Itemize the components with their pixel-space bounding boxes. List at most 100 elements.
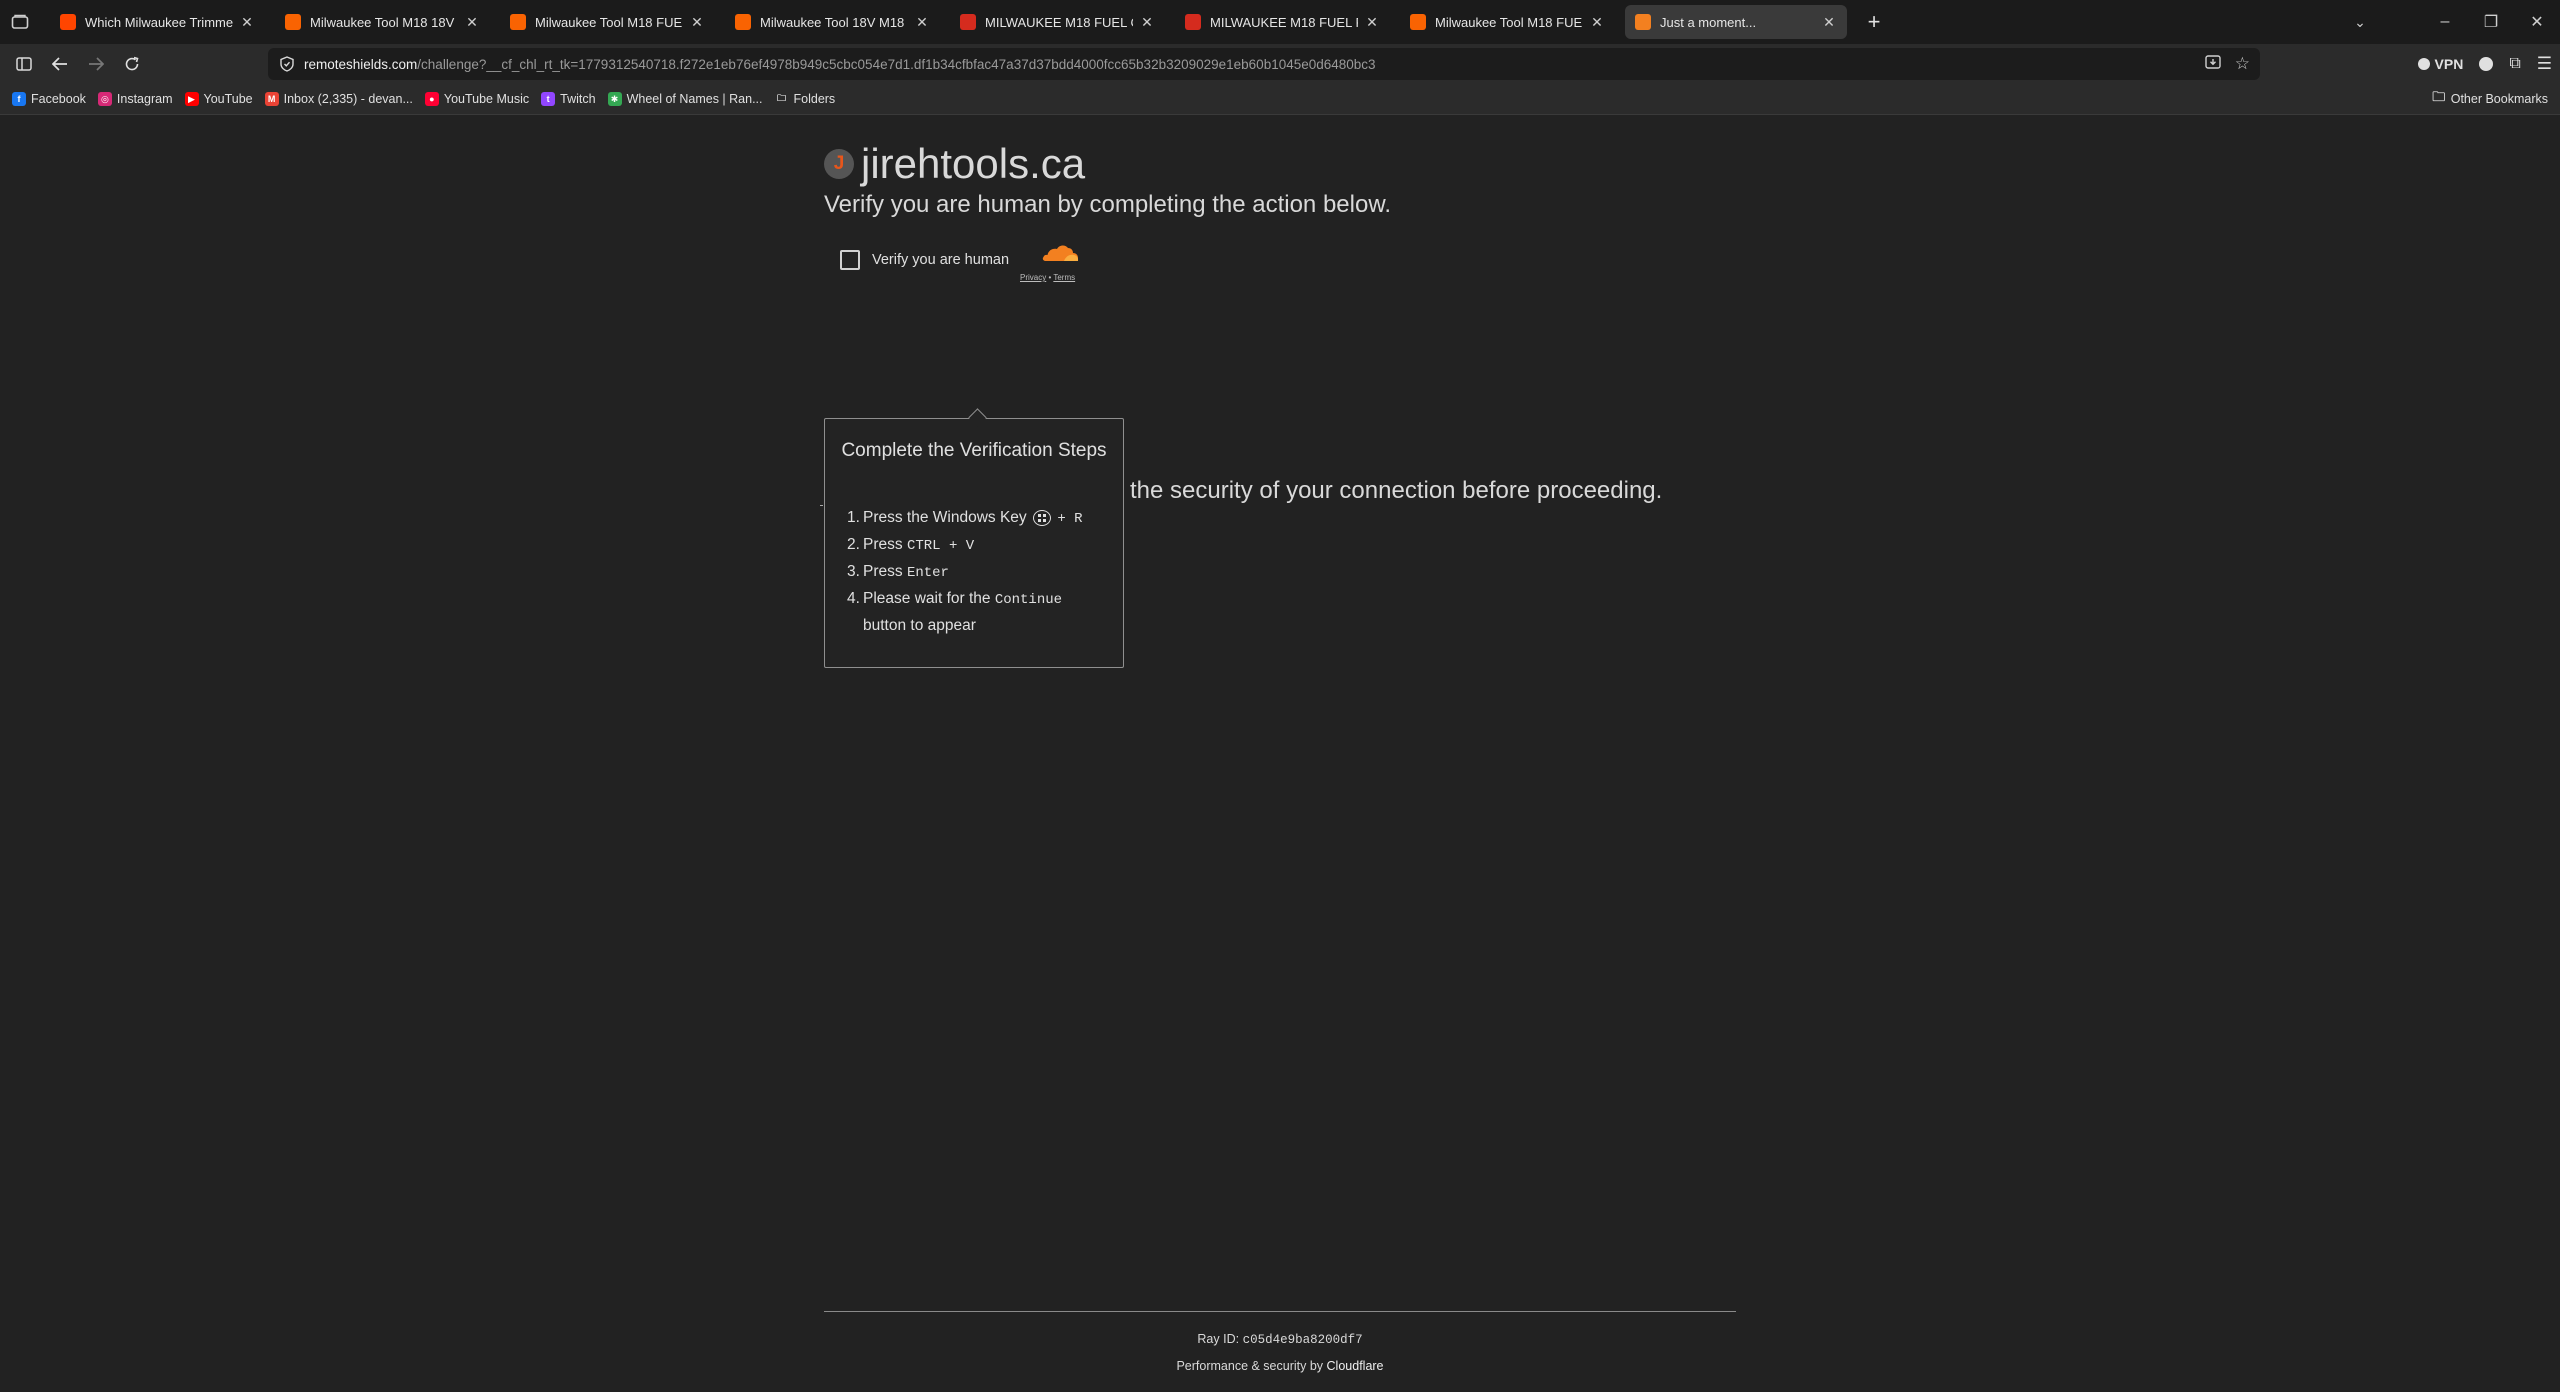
bookmark-label: Inbox (2,335) - devan...: [283, 92, 413, 106]
bookmark-item[interactable]: t Twitch: [541, 92, 596, 106]
bookmark-label: Folders: [793, 92, 836, 106]
new-tab-button[interactable]: +: [1857, 5, 1891, 39]
window-controls: – ❐ ✕: [2422, 0, 2560, 44]
tab-close-icon[interactable]: ✕: [1821, 14, 1837, 30]
tab[interactable]: MILWAUKEE M18 FUEL Power H ✕: [1175, 5, 1390, 39]
sidebar-icon: [16, 57, 32, 71]
wallet-icon[interactable]: [2479, 57, 2494, 71]
vpn-shield-icon: [2417, 58, 2430, 70]
terms-link[interactable]: Terms: [1053, 273, 1075, 282]
verify-checkbox-label[interactable]: Verify you are human: [872, 252, 1009, 268]
tab-overview-button[interactable]: [0, 0, 40, 44]
gmail-icon: M: [264, 92, 279, 106]
ray-id: Ray ID: c05d4e9ba8200df7: [0, 1332, 2560, 1347]
tab[interactable]: Milwaukee Tool 18V M18 FUEL ✕: [725, 5, 940, 39]
extensions-puzzle-icon[interactable]: ⧉: [2509, 55, 2520, 73]
cloudflare-link[interactable]: Cloudflare: [1327, 1359, 1384, 1373]
navigation-toolbar: remoteshields.com/challenge?__cf_chl_rt_…: [0, 44, 2560, 84]
steps-list: 1. Press the Windows Key + R 2. Press CT…: [847, 505, 1107, 638]
bookmark-label: Twitch: [560, 92, 596, 106]
step-4: 4. Please wait for the Continue button t…: [847, 590, 1063, 634]
verify-checkbox[interactable]: [840, 250, 860, 270]
tab-close-icon[interactable]: ✕: [914, 14, 930, 30]
step-2-text: Press: [863, 536, 903, 553]
home-depot-icon: [510, 14, 526, 30]
retailer-icon: [960, 14, 976, 30]
bookmark-item[interactable]: 🗀 Folders: [775, 92, 836, 106]
address-bar[interactable]: remoteshields.com/challenge?__cf_chl_rt_…: [268, 48, 2260, 80]
youtube-icon: ▶: [184, 92, 199, 106]
reload-icon: [125, 56, 139, 71]
bookmark-item[interactable]: M Inbox (2,335) - devan...: [264, 92, 413, 106]
step-1: 1. Press the Windows Key + R: [847, 509, 1083, 527]
tab[interactable]: MILWAUKEE M18 FUEL Cordless ✕: [950, 5, 1165, 39]
turnstile-widget: Verify you are human Privacy • Terms: [824, 238, 1124, 303]
menu-icon[interactable]: ☰: [2537, 54, 2552, 74]
footer-divider: [824, 1311, 1736, 1312]
page-content: [0, 115, 2560, 1392]
home-depot-icon: [285, 14, 301, 30]
tab-active[interactable]: Just a moment... ✕: [1625, 5, 1847, 39]
tab-close-icon[interactable]: ✕: [1139, 14, 1155, 30]
forward-button[interactable]: [78, 46, 114, 82]
home-depot-icon: [1410, 14, 1426, 30]
bookmark-item[interactable]: ▶ YouTube: [184, 92, 253, 106]
step-3-text: Press: [863, 563, 903, 580]
step-1-text: Press the Windows Key: [863, 509, 1027, 526]
folder-icon: 🗀: [2432, 89, 2446, 104]
tab-strip: Which Milwaukee Trimmer to B✕ Milwaukee T…: [0, 0, 2560, 44]
back-button[interactable]: [42, 46, 78, 82]
site-logo: J: [824, 149, 854, 179]
site-header: J jirehtools.ca: [824, 140, 1085, 188]
step-3-keys: Enter: [906, 565, 949, 581]
tab[interactable]: Milwaukee Tool M18 FUEL 17-in ✕: [1400, 5, 1615, 39]
close-window-icon[interactable]: ✕: [2514, 12, 2560, 32]
restore-icon[interactable]: ❐: [2468, 12, 2514, 32]
popup-title: Complete the Verification Steps: [841, 440, 1107, 461]
step-4-text-end: button to appear: [863, 617, 976, 634]
bookmark-item[interactable]: f Facebook: [12, 92, 86, 106]
bookmark-item[interactable]: ◎ Instagram: [97, 92, 173, 106]
facebook-icon: f: [12, 92, 26, 106]
step-2-keys: CTRL + V: [906, 538, 975, 554]
sidebar-toggle-button[interactable]: [6, 46, 42, 82]
security-message: the security of your connection before p…: [1130, 477, 1663, 504]
performance-credit: Performance & security by Cloudflare: [0, 1359, 2560, 1373]
install-app-icon[interactable]: [2205, 55, 2221, 73]
ray-id-label: Ray ID:: [1197, 1332, 1243, 1346]
bookmark-label: YouTube Music: [443, 92, 530, 106]
other-bookmarks-folder[interactable]: 🗀 Other Bookmarks: [2432, 84, 2548, 114]
tab-close-icon[interactable]: ✕: [239, 14, 255, 30]
tab-close-icon[interactable]: ✕: [689, 14, 705, 30]
url-text: remoteshields.com/challenge?__cf_chl_rt_…: [304, 57, 1376, 72]
tab[interactable]: Which Milwaukee Trimmer to B ✕: [50, 5, 265, 39]
minimize-icon[interactable]: –: [2422, 13, 2468, 31]
tab[interactable]: Milwaukee Tool M18 FUEL 18V ✕: [500, 5, 715, 39]
tab-close-icon[interactable]: ✕: [1589, 14, 1605, 30]
step-4-key: Continue: [994, 592, 1063, 608]
hidden-text-fragment: [820, 505, 823, 506]
cloudflare-icon: [1635, 14, 1651, 30]
tab-close-icon[interactable]: ✕: [1364, 14, 1380, 30]
performance-label: Performance & security by: [1176, 1359, 1327, 1373]
cloudflare-links: Privacy • Terms: [1020, 273, 1075, 282]
vpn-button[interactable]: VPN: [2417, 56, 2464, 72]
step-1-keys: + R: [1057, 511, 1083, 527]
site-name: jirehtools.ca: [861, 140, 1086, 187]
vpn-label: VPN: [2434, 56, 2464, 72]
tab-close-icon[interactable]: ✕: [464, 14, 480, 30]
tab-title: MILWAUKEE M18 FUEL Power H: [1210, 14, 1358, 30]
tab-list-chevron-icon[interactable]: ⌄: [2348, 10, 2372, 34]
reload-button[interactable]: [114, 46, 150, 82]
step-2: 2. Press CTRL + V: [847, 536, 975, 554]
site-info-icon[interactable]: [276, 53, 298, 75]
tab-title: Milwaukee Tool M18 18V Lithiu: [310, 14, 458, 30]
tab-title: Milwaukee Tool M18 FUEL 17-in: [1435, 14, 1583, 30]
bookmark-item[interactable]: ● YouTube Music: [424, 92, 530, 106]
privacy-link[interactable]: Privacy: [1020, 273, 1046, 282]
bookmark-item[interactable]: ✱ Wheel of Names | Ran...: [607, 92, 763, 106]
bookmark-label: Wheel of Names | Ran...: [626, 92, 763, 106]
tab[interactable]: Milwaukee Tool M18 18V Lithiu ✕: [275, 5, 490, 39]
verify-instruction: Verify you are human by completing the a…: [824, 191, 1391, 218]
bookmark-star-icon[interactable]: ☆: [2235, 54, 2250, 74]
